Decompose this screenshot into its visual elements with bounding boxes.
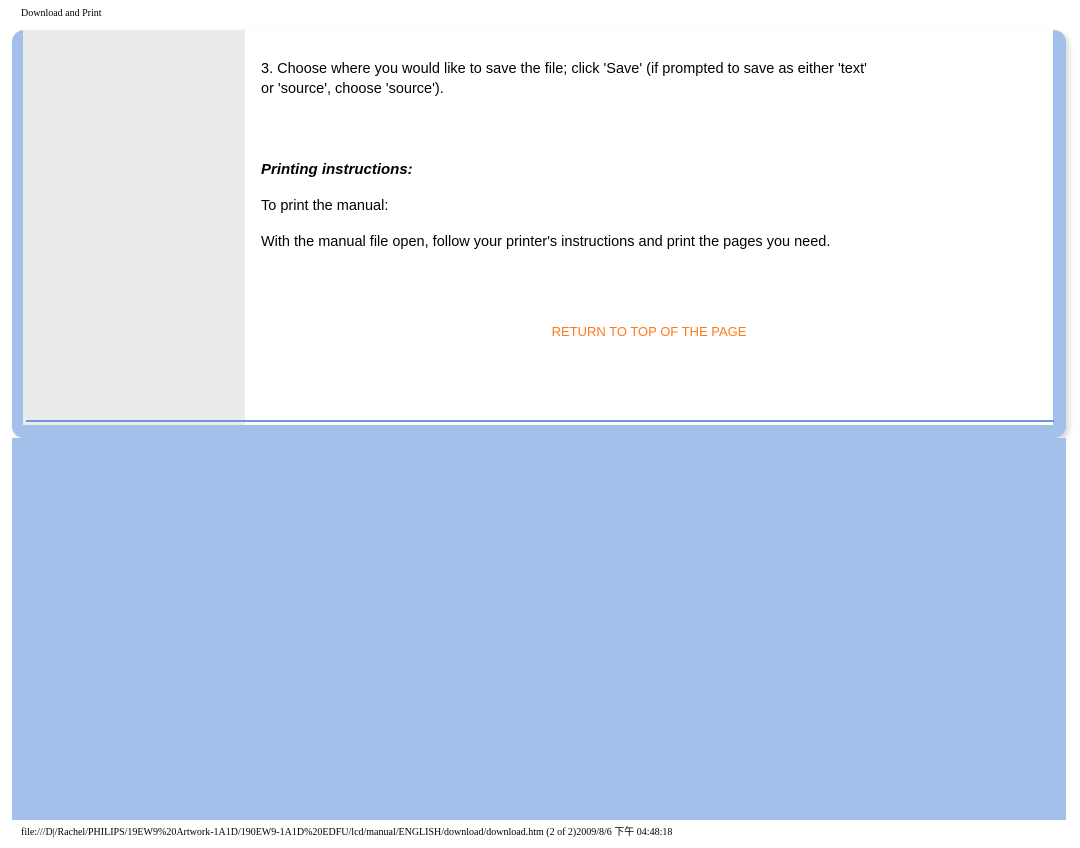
print-body-text: With the manual file open, follow your p… bbox=[261, 234, 891, 250]
sidebar bbox=[23, 30, 245, 425]
return-to-top-link[interactable]: RETURN TO TOP OF THE PAGE bbox=[245, 324, 1053, 339]
print-intro-text: To print the manual: bbox=[261, 198, 1025, 214]
lower-background bbox=[12, 438, 1066, 820]
main-content: 3. Choose where you would like to save t… bbox=[245, 30, 1053, 425]
card-divider-line bbox=[26, 420, 1054, 422]
card-inner: 3. Choose where you would like to save t… bbox=[23, 30, 1053, 425]
printing-instructions-heading: Printing instructions: bbox=[261, 161, 1025, 178]
content-card: 3. Choose where you would like to save t… bbox=[12, 30, 1066, 438]
save-instruction-text: 3. Choose where you would like to save t… bbox=[261, 60, 871, 99]
page-header-title: Download and Print bbox=[21, 8, 102, 19]
footer-file-path: file:///D|/Rachel/PHILIPS/19EW9%20Artwor… bbox=[21, 823, 672, 838]
